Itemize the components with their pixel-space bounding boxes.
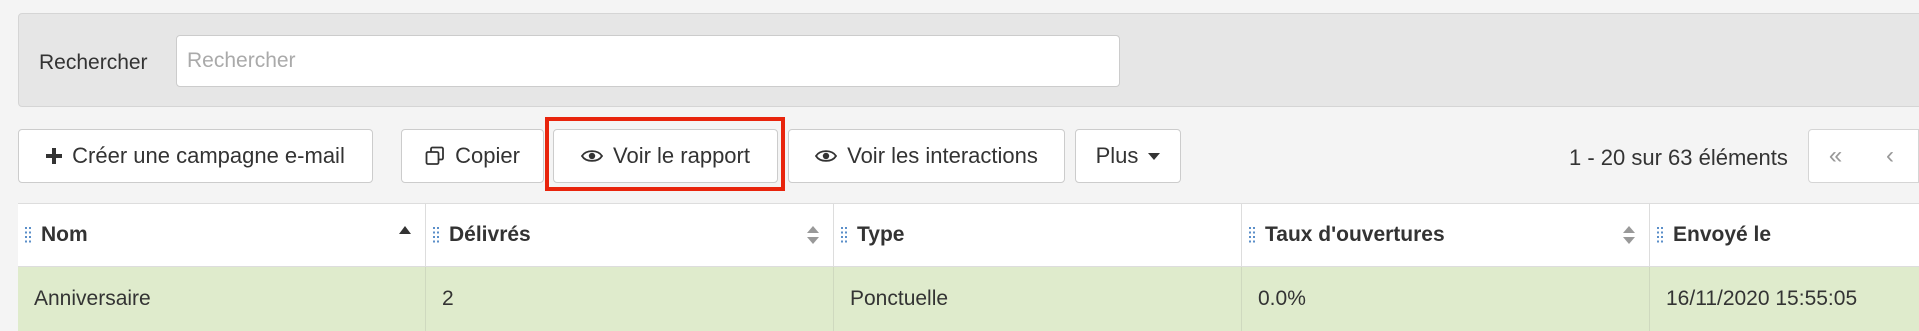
previous-page-button[interactable]: ‹ [1862, 129, 1919, 183]
copy-icon [425, 146, 445, 166]
first-page-button[interactable]: « [1808, 129, 1863, 183]
column-header-label: Envoyé le [1673, 223, 1772, 246]
plus-icon [46, 148, 63, 164]
more-label: Plus [1095, 143, 1139, 168]
view-report-label: Voir le rapport [613, 143, 750, 168]
cell-envoye-le: 16/11/2020 15:55:05 [1666, 287, 1858, 310]
column-header-label: Type [857, 223, 905, 246]
column-header-delivres[interactable]: Délivrés [426, 204, 834, 266]
sort-asc-icon[interactable] [399, 226, 411, 234]
search-input[interactable] [176, 35, 1120, 87]
copy-label: Copier [455, 143, 520, 168]
grip-icon[interactable] [1657, 227, 1663, 243]
pager-summary: 1 - 20 sur 63 éléments [1569, 145, 1788, 170]
table-header: Nom Délivrés Type Taux d'ouvertures Envo… [18, 203, 1919, 267]
column-header-type[interactable]: Type [834, 204, 1242, 266]
sort-icon[interactable] [1623, 226, 1635, 244]
cell-type: Ponctuelle [834, 267, 1242, 331]
view-interactions-button[interactable]: Voir les interactions [788, 129, 1065, 183]
cell-delivres: 2 [426, 267, 834, 331]
cell-taux-ouvertures: 0.0% [1242, 267, 1650, 331]
eye-icon [581, 148, 604, 164]
table-row[interactable]: Anniversaire 2 Ponctuelle 0.0% 16/11/202… [18, 267, 1919, 331]
column-header-envoye-le[interactable]: Envoyé le [1650, 204, 1919, 266]
grip-icon[interactable] [841, 227, 847, 243]
column-header-taux-ouvertures[interactable]: Taux d'ouvertures [1242, 204, 1650, 266]
column-header-nom[interactable]: Nom [18, 204, 426, 266]
create-campaign-button[interactable]: Créer une campagne e-mail [18, 129, 373, 183]
copy-button[interactable]: Copier [401, 129, 544, 183]
more-dropdown-button[interactable]: Plus [1075, 129, 1181, 183]
grip-icon[interactable] [433, 227, 439, 243]
grip-icon[interactable] [1249, 227, 1255, 243]
eye-icon [815, 148, 838, 164]
column-header-label: Taux d'ouvertures [1265, 223, 1445, 246]
chevron-left-icon: ‹ [1886, 142, 1894, 169]
caret-down-icon [1148, 152, 1161, 160]
column-header-label: Nom [41, 223, 88, 246]
view-interactions-label: Voir les interactions [847, 143, 1038, 168]
double-chevron-left-icon: « [1828, 142, 1843, 169]
view-report-button[interactable]: Voir le rapport [553, 129, 778, 183]
search-panel: Rechercher [18, 13, 1919, 107]
search-label: Rechercher [39, 51, 148, 74]
sort-icon[interactable] [807, 226, 819, 244]
column-header-label: Délivrés [449, 223, 531, 246]
create-campaign-label: Créer une campagne e-mail [72, 143, 345, 168]
cell-nom: Anniversaire [18, 267, 426, 331]
grip-icon[interactable] [25, 227, 31, 243]
